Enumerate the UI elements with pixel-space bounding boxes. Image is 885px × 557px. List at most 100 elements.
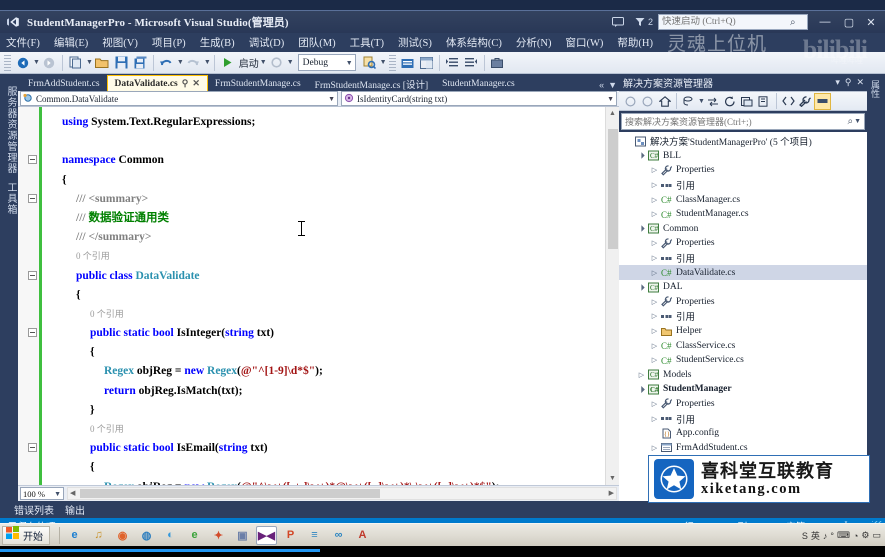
menu-test[interactable]: 测试(S) [398,35,440,50]
expanded-chevron-icon[interactable]: ◢ [635,383,648,396]
solution-configuration-combo[interactable]: Debug ▼ [297,54,356,71]
member-navigation-combo[interactable]: IsIdentityCard(string txt) ▼ [341,91,617,106]
solution-explorer-search[interactable]: ⌕ ▼ [621,113,865,130]
feedback-icon[interactable] [607,12,629,32]
browser-globe-icon[interactable]: ◍ [136,526,157,545]
outdent-icon[interactable] [462,53,481,72]
collapsed-chevron-icon[interactable]: ▷ [649,166,660,174]
picture-viewer-icon[interactable]: ◐ [160,526,181,545]
collapsed-chevron-icon[interactable]: ▷ [649,312,660,320]
menu-build[interactable]: 生成(B) [200,35,243,50]
ie-browser-icon[interactable]: e [64,526,85,545]
collapsed-chevron-icon[interactable]: ▷ [649,239,660,247]
collapsed-chevron-icon[interactable]: ▷ [649,415,660,423]
outlining-collapse-box[interactable] [28,443,37,453]
properties-icon[interactable] [797,93,814,110]
back-dropdown-icon[interactable]: ▼ [33,59,40,66]
close-icon[interactable]: ✕ [856,77,864,88]
tree-item[interactable]: ▷ C# StudentManager.cs [619,207,867,222]
collapsed-chevron-icon[interactable]: ▷ [649,327,660,335]
menu-file[interactable]: 文件(F) [6,35,48,50]
chevron-double-left-icon[interactable]: « [599,80,604,90]
editor-tab-datavalidate[interactable]: DataValidate.cs ⚲ ✕ [106,75,208,91]
editor-tab-frmstudentmanage[interactable]: FrmStudentManage.cs [208,76,308,91]
toolbox-icon[interactable] [488,53,507,72]
pending-changes-icon[interactable] [680,93,697,110]
collapsed-chevron-icon[interactable]: ▷ [636,371,647,379]
collapsed-chevron-icon[interactable]: ▷ [649,269,660,277]
remote-desktop-icon[interactable]: ▣ [232,526,253,545]
scroll-right-icon[interactable]: ▶ [609,489,614,497]
start-dropdown-icon[interactable]: ▼ [260,59,267,66]
outlining-collapse-box[interactable] [28,270,37,280]
tree-item[interactable]: ▷ Properties [619,163,867,178]
zoom-level-combo[interactable]: 100 % ▼ [20,487,64,500]
editor-tab-frmaddstudent[interactable]: FrmAddStudent.cs [21,76,107,91]
solution-tree[interactable]: 解决方案'StudentManagerPro' (5 个项目) ◢ C# BLL ▷ Pr… [619,132,867,501]
start-button[interactable]: 开始 [2,525,50,545]
nav-back-icon[interactable] [622,93,639,110]
sync-views-icon[interactable] [705,93,722,110]
tree-item[interactable]: ▷ 引用 [619,251,867,266]
collapsed-chevron-icon[interactable]: ▷ [649,196,660,204]
tree-item[interactable]: ◢ C# Common [619,222,867,237]
scroll-left-icon[interactable]: ◀ [70,489,75,497]
pin-icon[interactable]: ⚲ [845,77,852,88]
properties-window-icon[interactable] [417,53,436,72]
menu-debug[interactable]: 调试(D) [249,35,293,50]
properties-tab[interactable]: 属性 [867,78,884,100]
solution-explorer-icon[interactable] [398,53,417,72]
redo-dropdown-icon[interactable]: ▼ [204,59,211,66]
ime-lang-icon[interactable]: 英 [811,529,820,542]
editplus-icon[interactable]: ≡ [304,526,325,545]
undo-icon[interactable] [157,53,176,72]
editor-vertical-scrollbar[interactable]: ▲ ▼ [605,107,619,485]
type-navigation-combo[interactable]: Common.DataValidate ▼ [20,91,338,106]
media-player-icon[interactable]: ♫ [88,526,109,545]
tree-item[interactable]: ▷ 引用 [619,178,867,193]
collapsed-chevron-icon[interactable]: ▷ [649,254,660,262]
quick-launch-input[interactable] [662,15,790,29]
collapsed-chevron-icon[interactable]: ▷ [649,210,660,218]
sound-icon[interactable]: ♪ [823,531,828,541]
solution-search-input[interactable] [625,116,848,127]
menu-project[interactable]: 项目(P) [152,35,194,50]
visual-studio-icon[interactable]: ▶◀ [256,525,277,545]
chevron-down-icon[interactable]: ▼ [328,95,335,103]
close-button[interactable]: ✕ [861,11,885,33]
firefox-icon[interactable]: ◉ [112,526,133,545]
tree-item[interactable]: ◢ C# StudentManager [619,382,867,397]
menu-view[interactable]: 视图(V) [102,35,146,50]
menu-team[interactable]: 团队(M) [298,35,343,50]
tree-item[interactable]: ▷ Properties [619,236,867,251]
outlining-collapse-box[interactable] [28,328,37,338]
output-tab[interactable]: 输出 [63,502,94,518]
search-options-icon[interactable]: ▼ [854,118,861,125]
menu-help[interactable]: 帮助(H) [617,35,661,50]
tree-item[interactable]: ▷ Helper [619,324,867,339]
collapsed-chevron-icon[interactable]: ▷ [649,400,660,408]
powerpoint-icon[interactable]: P [280,526,301,545]
codelens-reference-count[interactable]: 0 个引用 [90,309,124,319]
error-list-tab[interactable]: 错误列表 [12,502,63,518]
tree-item[interactable]: ▷ C# Models [619,368,867,383]
outlining-collapse-box[interactable] [28,155,37,165]
new-project-dropdown-icon[interactable]: ▼ [86,59,93,66]
save-icon[interactable] [112,53,131,72]
scroll-thumb[interactable] [608,129,618,249]
stop-icon[interactable] [267,53,286,72]
edge-browser-icon[interactable]: e [184,526,205,545]
collapsed-chevron-icon[interactable]: ▷ [649,444,660,452]
quick-launch-box[interactable]: ⌕ [658,14,808,30]
preview-selected-icon[interactable] [813,92,831,110]
start-debug-icon[interactable] [218,53,237,72]
photoshop-icon[interactable]: ✦ [208,526,229,545]
tree-item[interactable]: ◢ C# BLL [619,149,867,164]
pending-changes-dropdown-icon[interactable]: ▼ [698,98,705,105]
find-dropdown-icon[interactable]: ▼ [380,59,387,66]
find-in-files-icon[interactable] [360,53,379,72]
outlining-collapse-box[interactable] [28,193,37,203]
toolbar-grip[interactable] [4,54,11,71]
open-file-icon[interactable] [93,53,112,72]
collapsed-chevron-icon[interactable]: ▷ [649,342,660,350]
